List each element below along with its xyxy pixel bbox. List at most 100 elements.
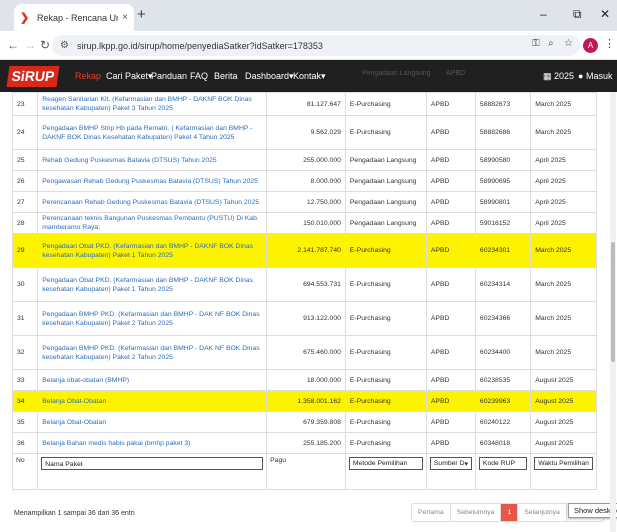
nav-faq[interactable]: FAQ <box>190 71 208 81</box>
window-close-icon[interactable]: ✕ <box>600 7 610 21</box>
page-first[interactable]: Pertama <box>412 504 451 521</box>
cell-kode-rup: 58990801 <box>474 191 532 213</box>
sirup-logo[interactable]: SiRUP <box>6 66 60 87</box>
cell-nama-paket[interactable]: Belanja Obat-Obatan <box>37 390 268 412</box>
page-scrollbar[interactable] <box>610 92 616 532</box>
cell-nama-paket[interactable]: Pengadaan BMHP PKD. (Kefarmasian dan BMH… <box>37 335 268 370</box>
cell-kode-rup: 60234400 <box>474 335 532 370</box>
cell-nama-paket[interactable]: Pengadaan BMHP PKD. (Kefarmasian dan BMH… <box>37 301 268 336</box>
cell-nama-paket[interactable]: Belanja Obat-Obatan <box>37 411 268 433</box>
table-row: 31 Pengadaan BMHP PKD. (Kefarmasian dan B… <box>11 301 597 336</box>
bookmark-star-icon[interactable]: ☆ <box>564 38 573 49</box>
cell-kode-rup: 59016152 <box>474 212 532 234</box>
cell-nama-paket[interactable]: Pengawasan Rehab Gedung Puskesmas Batavi… <box>37 170 268 192</box>
cell-waktu: April 2025 <box>530 212 597 234</box>
nav-rekap[interactable]: Rekap <box>75 71 101 81</box>
table-row: 32 Pengadaan BMHP PKD. (Kefarmasian dan B… <box>11 335 597 370</box>
restore-icon[interactable]: ⧉ <box>573 7 582 22</box>
filter-sumber-dana[interactable]: Sumber D ▾ <box>429 457 472 470</box>
calendar-icon: ▦ <box>543 71 552 81</box>
cell-no: 31 <box>11 301 39 336</box>
cell-pagu: 255.000.000 <box>266 149 346 171</box>
key-icon[interactable]: ⚿ <box>532 38 540 49</box>
page-next[interactable]: Selanjutnya <box>518 504 567 521</box>
cell-nama-paket[interactable]: Pengadaan Obat PKD. (Kefarmasian dan BMH… <box>37 267 268 302</box>
cell-nama-paket[interactable]: Rehab Gedung Puskesmas Batavia (DTSUS) T… <box>37 149 268 171</box>
table-info: Menampilkan 1 sampai 36 dari 36 entri <box>14 510 135 517</box>
back-icon[interactable]: ← <box>7 38 19 52</box>
cell-nama-paket[interactable]: Pengadaan Obat PKD. (Kefarmasian dan BMH… <box>37 233 268 268</box>
page-current[interactable]: 1 <box>501 504 519 521</box>
zoom-icon[interactable]: ⌕ <box>548 38 554 49</box>
cell-waktu: April 2025 <box>530 170 597 192</box>
cell-waktu: March 2025 <box>530 267 597 302</box>
cell-no: 27 <box>11 191 39 213</box>
table-row: 29 Pengadaan Obat PKD. (Kefarmasian dan B… <box>11 233 597 268</box>
nav-cari-paket[interactable]: Cari Paket▾ <box>106 71 153 82</box>
cell-waktu: March 2025 <box>530 233 597 268</box>
cell-pagu: 81.127.647 <box>266 92 346 116</box>
cell-kode-rup: 60239963 <box>474 390 532 412</box>
minimize-icon[interactable]: – <box>540 7 547 21</box>
cell-nama-paket[interactable]: Pengadaan BMHP Strip Hb pada Rematri. ( … <box>37 115 268 150</box>
address-bar-row: ← → ↻ ⚙ sirup.lkpp.go.id/sirup/home/peny… <box>0 31 617 60</box>
filter-waktu[interactable]: Waktu Pemilihan <box>534 457 593 470</box>
cell-kode-rup: 58990580 <box>474 149 532 171</box>
cell-metode: Pengadaan Langsung <box>344 212 427 234</box>
forward-icon[interactable]: → <box>24 38 36 52</box>
scrollbar-thumb[interactable] <box>611 242 615 362</box>
cell-metode: Pengadaan Langsung <box>344 170 427 192</box>
table-row: 26 Pengawasan Rehab Gedung Puskesmas Bata… <box>11 170 597 192</box>
cell-no: 36 <box>11 432 39 454</box>
nav-berita[interactable]: Berita <box>214 71 238 81</box>
tab-title: Rekap - Rencana Umum Penga <box>37 12 118 23</box>
cell-nama-paket[interactable]: Perencanaan Rehab Gedung Puskesmas Batav… <box>37 191 268 213</box>
cell-nama-paket[interactable]: Belanja Bahan medis habis pakai (bmhp pa… <box>37 432 268 454</box>
profile-avatar[interactable]: A <box>583 38 598 53</box>
cell-pagu: 679.359.808 <box>266 411 346 433</box>
cell-no: 24 <box>11 115 39 150</box>
cell-metode: E-Purchasing <box>344 390 427 412</box>
cell-pagu: 8.000.000 <box>266 170 346 192</box>
cell-no: 30 <box>11 267 39 302</box>
new-tab-icon[interactable]: + <box>137 6 146 23</box>
cell-pagu: 694.553.731 <box>266 267 346 302</box>
table-row: 28 Perencanaan teknis Bangunan Puskesmas … <box>11 212 597 234</box>
filter-kode-rup[interactable]: Kode RUP <box>478 457 528 470</box>
nav-dashboard[interactable]: Dashboard▾ <box>245 71 294 82</box>
cell-pagu: 150.010.000 <box>266 212 346 234</box>
cell-sumber: APBD <box>425 212 476 234</box>
ghost-header-metode: Pengadaan Langsung <box>362 70 431 77</box>
login-link[interactable]: ● Masuk <box>578 71 612 81</box>
col-no-header: No <box>11 453 39 490</box>
url-field[interactable]: ⚙ sirup.lkpp.go.id/sirup/home/penyediaSa… <box>52 35 580 56</box>
cell-no: 28 <box>11 212 39 234</box>
site-info-icon[interactable]: ⚙ <box>60 40 69 51</box>
cell-kode-rup: 60234301 <box>474 233 532 268</box>
cell-nama-paket[interactable]: Perencanaan teknis Bangunan Puskesmas Pe… <box>37 212 268 234</box>
cell-metode: E-Purchasing <box>344 267 427 302</box>
browser-menu-icon[interactable]: ⋮ <box>604 37 615 50</box>
filter-metode[interactable]: Metode Pemilihan <box>348 457 423 470</box>
table-row: 24 Pengadaan BMHP Strip Hb pada Rematri. … <box>11 115 597 150</box>
browser-tab[interactable]: ❯ Rekap - Rencana Umum Penga × <box>14 4 134 31</box>
cell-pagu: 2.141.787.740 <box>266 233 346 268</box>
cell-pagu: 913.122.000 <box>266 301 346 336</box>
cell-pagu: 675.460.000 <box>266 335 346 370</box>
cell-no: 26 <box>11 170 39 192</box>
cell-nama-paket[interactable]: Belanja obat-obatan (BMHP) <box>37 369 268 391</box>
cell-nama-paket[interactable]: Reagen Sanitarian Kit. (Kefarmasian dan … <box>37 92 268 116</box>
cell-metode: Pengadaan Langsung <box>344 149 427 171</box>
reload-icon[interactable]: ↻ <box>40 38 50 52</box>
tab-close-icon[interactable]: × <box>122 12 128 23</box>
cell-waktu: March 2025 <box>530 301 597 336</box>
nav-panduan[interactable]: Panduan <box>151 71 187 81</box>
nav-kontak[interactable]: Kontak▾ <box>293 71 326 82</box>
page-prev[interactable]: Sebelumnya <box>451 504 502 521</box>
filter-nama-paket[interactable]: Nama Paket <box>41 457 264 470</box>
cell-waktu: August 2025 <box>530 411 597 433</box>
cell-sumber: APBD <box>425 233 476 268</box>
year-selector[interactable]: ▦ 2025 <box>543 71 574 82</box>
cell-metode: E-Purchasing <box>344 92 427 116</box>
table-row: 33 Belanja obat-obatan (BMHP) 18.000.000 E-… <box>11 369 597 391</box>
